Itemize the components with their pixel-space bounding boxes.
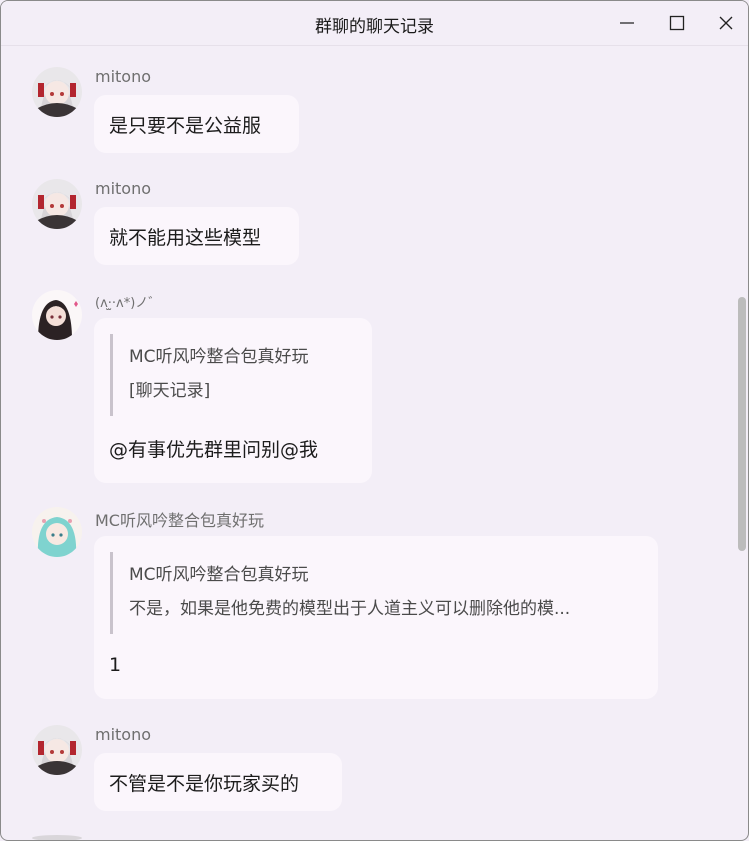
message-item: MC听风吟整合包真好玩 MC听风吟整合包真好玩 不是，如果是他免费的模型出于人道… [1, 507, 731, 702]
quote-bar [110, 334, 113, 416]
minimize-button[interactable] [604, 1, 650, 45]
close-button[interactable] [703, 1, 748, 45]
girl-teal-hair-avatar[interactable] [32, 507, 82, 557]
next-message-avatar[interactable] [32, 835, 82, 840]
sender-name: mitono [95, 67, 152, 86]
message-text: 就不能用这些模型 [109, 227, 262, 249]
message-text: @有事优先群里问别@我 [109, 439, 319, 461]
message-bubble[interactable]: 就不能用这些模型 [94, 207, 299, 265]
avatar-image [32, 67, 82, 117]
message-bubble[interactable]: 是只要不是公益服 [94, 95, 299, 153]
girl-silver-hair-avatar[interactable] [32, 179, 82, 229]
avatar-image [32, 507, 82, 557]
message-item: mitono 是只要不是公益服 [1, 67, 731, 157]
sender-name: mitono [95, 179, 152, 198]
girl-silver-hair-avatar[interactable] [32, 725, 82, 775]
quote-text[interactable]: [聊天记录] [129, 376, 210, 401]
quote-author: MC听风吟整合包真好玩 [129, 565, 309, 585]
message-bubble[interactable]: MC听风吟整合包真好玩 不是，如果是他免费的模型出于人道主义可以删除他的模...… [94, 536, 658, 699]
message-bubble[interactable]: 不管是不是你玩家买的 [94, 753, 342, 811]
close-icon [719, 16, 733, 30]
maximize-button[interactable] [654, 1, 700, 45]
message-item: mitono 就不能用这些模型 [1, 179, 731, 269]
quote-text[interactable]: 不是，如果是他免费的模型出于人道主义可以删除他的模... [129, 594, 570, 619]
minimize-icon [620, 22, 634, 24]
message-bubble[interactable]: MC听风吟整合包真好玩 [聊天记录] @有事优先群里问别@我 [94, 318, 372, 483]
quote-author: MC听风吟整合包真好玩 [129, 347, 309, 367]
maximize-icon [669, 15, 685, 31]
message-text: 1 [109, 654, 122, 676]
scrollbar-thumb[interactable] [738, 297, 746, 551]
avatar-image [32, 290, 82, 340]
avatar-image [32, 725, 82, 775]
girl-silver-hair-avatar[interactable] [32, 67, 82, 117]
chat-history-window: 群聊的聊天记录 mitono 是只要不是公益服 mitono 就不能用这些模型 … [0, 0, 749, 841]
message-text: 不管是不是你玩家买的 [109, 773, 300, 795]
message-item: mitono 不管是不是你玩家买的 [1, 725, 731, 815]
title-bar: 群聊的聊天记录 [1, 1, 748, 46]
sender-name: (ʌ·̫·ʌ*)ノ゛ [95, 296, 162, 311]
sender-name: mitono [95, 725, 152, 744]
sender-name: MC听风吟整合包真好玩 [95, 511, 264, 530]
girl-dark-hair-avatar[interactable] [32, 290, 82, 340]
message-item: (ʌ·̫·ʌ*)ノ゛ MC听风吟整合包真好玩 [聊天记录] @有事优先群里问别@… [1, 290, 731, 485]
avatar-image [32, 179, 82, 229]
quote-bar [110, 552, 113, 634]
message-text: 是只要不是公益服 [109, 115, 262, 137]
